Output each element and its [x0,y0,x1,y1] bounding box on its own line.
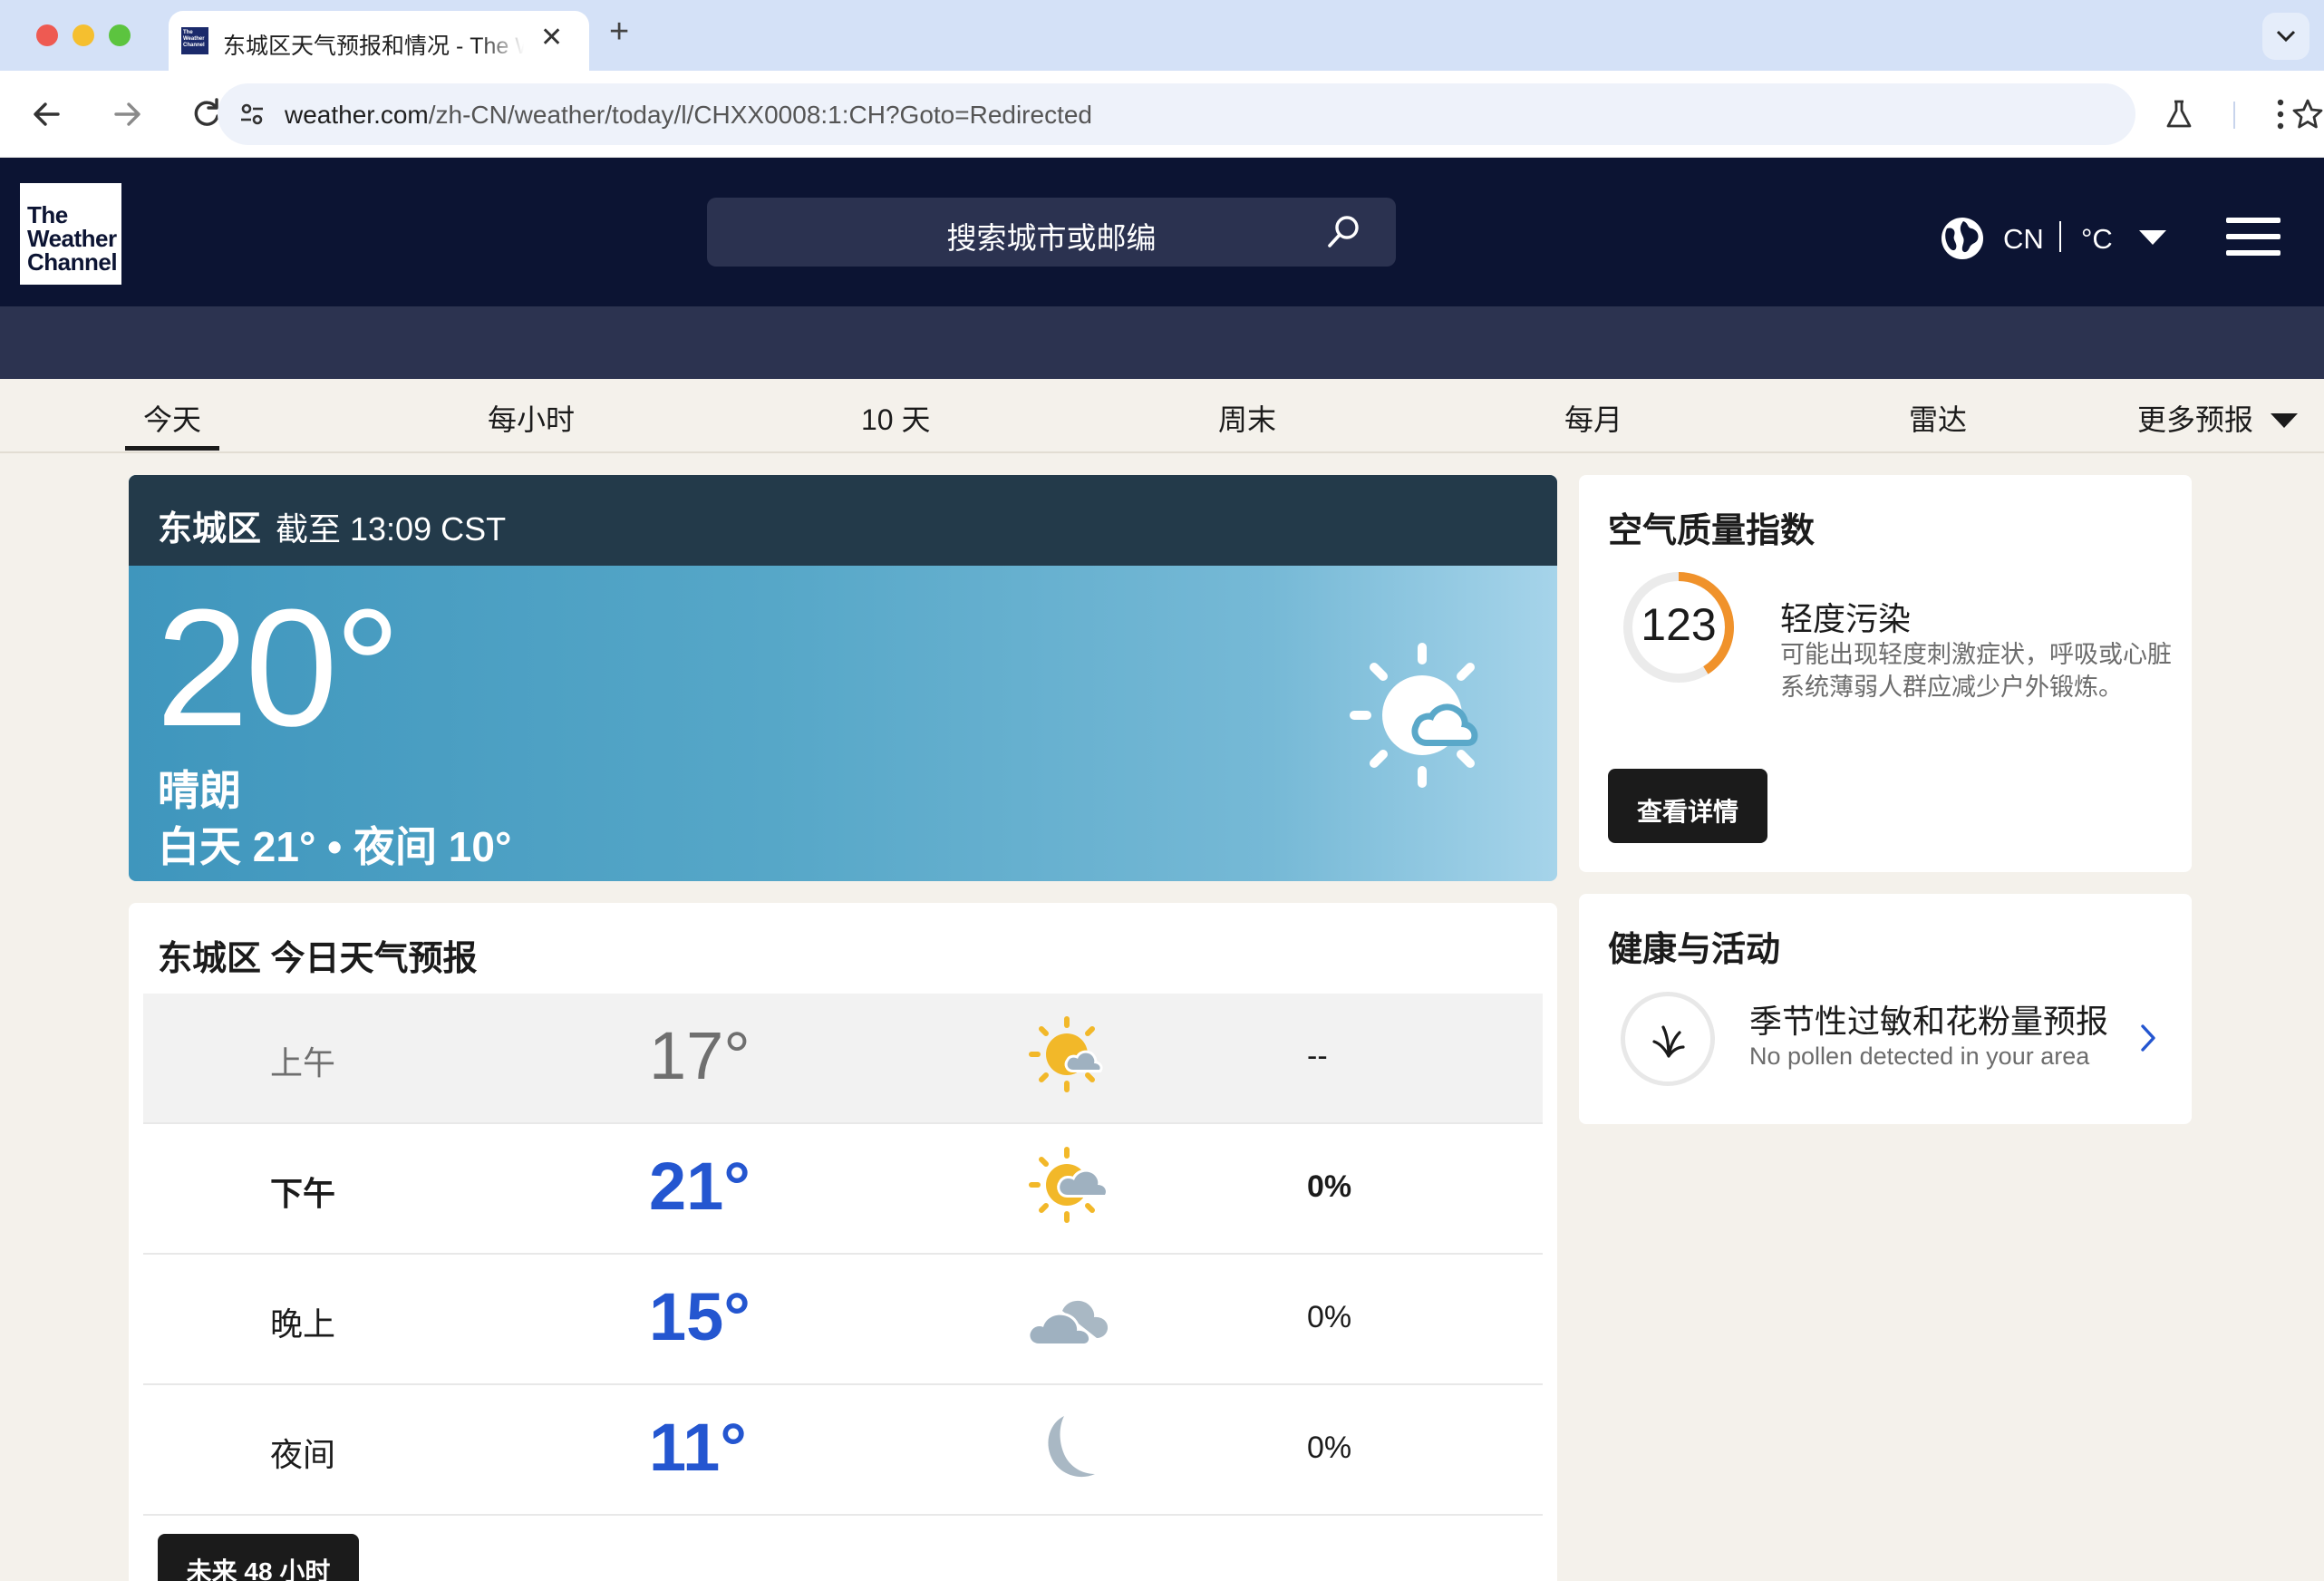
forecast-row-overnight[interactable]: 夜间 11° 0% [143,1385,1543,1516]
new-tab-icon[interactable]: + [609,13,629,52]
site-header: The Weather Channel 搜索城市或邮编 CN °C [0,158,2324,306]
pollen-indicator [1621,992,1715,1086]
day-night-temps: 白天 21° • 夜间 10° [158,823,512,870]
tab-monthly[interactable]: 每月 [1564,397,1622,439]
hamburger-menu-icon[interactable] [2226,218,2280,257]
aqi-value: 123 [1641,599,1717,650]
browser-menu-icon[interactable] [2271,98,2290,131]
precip-chance: 0% [1307,1300,1352,1334]
tab-radar[interactable]: 雷达 [1909,397,1967,439]
aqi-description: 可能出现轻度刺激症状，呼吸或心脏系统薄弱人群应减少户外锻炼。 [1780,641,2172,701]
forecast-row-evening[interactable]: 晚上 15° 0% [143,1255,1543,1385]
search-placeholder: 搜索城市或邮编 [946,221,1157,255]
tab-weekend[interactable]: 周末 [1218,397,1276,439]
pollen-title[interactable]: 季节性过敏和花粉量预报 [1749,995,2108,1043]
twc-favicon-icon: The Weather Channel [181,27,208,54]
moon-icon [1048,1416,1095,1478]
health-title: 健康与活动 [1608,931,1781,969]
forward-arrow-icon [114,102,140,126]
active-tab-indicator [125,446,219,451]
locale-country: CN [2003,223,2044,255]
twc-logo[interactable]: The Weather Channel [20,183,121,285]
temperature-unit: °C [2081,223,2113,255]
address-bar[interactable]: weather.com/zh-CN/weather/today/l/CHXX00… [218,83,2323,145]
current-conditions-header: 东城区 截至 13:09 CST [129,475,1557,566]
globe-icon [1942,218,1983,259]
url-path: /zh-CN/weather/today/l/CHXX0008:1:CH?Got… [428,101,1093,129]
sun-cloud-icon [1029,1016,1103,1092]
precip-chance: 0% [1307,1431,1352,1465]
labs-flask-icon[interactable] [2163,98,2195,131]
aqi-category: 轻度污染 [1780,600,1912,637]
back-arrow-icon [34,102,60,126]
period-temperature: 21° [649,1149,750,1224]
observation-time: 截至 13:09 CST [276,510,507,548]
forecast-row-afternoon[interactable]: 下午 21° 0% [143,1124,1543,1255]
location-search-input[interactable]: 搜索城市或邮编 [707,198,1396,267]
weather-phrase: 晴朗 [158,767,241,814]
location-name: 东城区 [158,510,262,548]
chevron-down-icon [2276,30,2296,43]
tab-title: 东城区天气预报和情况 - The Weather Channel [223,34,524,59]
logo-line-3: Channel [27,248,118,276]
period-label: 下午 [270,1175,336,1212]
current-temperature: 20° [156,574,401,761]
caret-down-icon [2270,413,2298,428]
partly-sunny-icon [1350,643,1478,788]
sun-cloud-icon [1029,1147,1109,1223]
tab-search-button[interactable] [2262,13,2309,60]
browser-tab-bar: The Weather Channel 东城区天气预报和情况 - The Wea… [0,0,2324,71]
more-forecasts-label: 更多预报 [2137,403,2254,436]
precip-chance: 0% [1307,1169,1352,1204]
forward-button[interactable] [107,94,147,134]
toolbar-separator [2233,102,2235,129]
forecast-nav: 今天 每小时 10 天 周末 每月 雷达 更多预报 [0,379,2324,453]
url-text: weather.com/zh-CN/weather/today/l/CHXX00… [285,101,1092,130]
tab-close-icon[interactable]: ✕ [540,22,563,53]
search-icon[interactable] [1323,212,1363,252]
air-quality-card: 空气质量指数 123 轻度污染 可能出现轻度刺激症状，呼吸或心脏系统薄弱人群应减… [1579,475,2192,872]
today-forecast-card: 东城区 今日天气预报 上午 17° -- 下午 21° 0% 晚上 15° 0%… [129,903,1557,1581]
chevron-right-icon[interactable] [2137,1023,2159,1053]
maximize-window-button[interactable] [109,24,131,46]
minimize-window-button[interactable] [73,24,94,46]
more-forecasts-dropdown[interactable]: 更多预报 [2137,397,2300,439]
period-label: 上午 [270,1044,336,1081]
cloud-icon [1027,1300,1109,1346]
aqi-details-button[interactable]: 查看详情 [1608,769,1767,843]
browser-tab[interactable]: The Weather Channel 东城区天气预报和情况 - The Wea… [169,11,589,71]
aqi-title: 空气质量指数 [1608,512,1816,550]
period-temperature: 11° [649,1410,747,1485]
logo-line-1: The [27,201,68,228]
next-48-hours-button[interactable]: 未来 48 小时 [158,1534,359,1581]
forecast-row-morning[interactable]: 上午 17° -- [143,994,1543,1124]
pollen-subtitle: No pollen detected in your area [1749,1043,2090,1070]
current-conditions-card: 东城区 截至 13:09 CST 20° 晴朗 白天 21° • 夜间 10° [129,475,1557,881]
tab-10-day[interactable]: 10 天 [861,397,931,439]
today-forecast-title: 东城区 今日天气预报 [158,940,478,978]
close-window-button[interactable] [36,24,58,46]
health-activities-card: 健康与活动 季节性过敏和花粉量预报 No pollen detected in … [1579,894,2192,1124]
precip-chance: -- [1307,1039,1328,1073]
site-settings-icon[interactable] [237,100,266,129]
period-label: 夜间 [270,1436,336,1473]
period-temperature: 17° [649,1018,750,1093]
locale-separator [2059,221,2061,252]
grass-pollen-icon [1652,1025,1685,1058]
tab-hourly[interactable]: 每小时 [488,397,575,439]
tab-today[interactable]: 今天 [143,397,201,439]
back-button[interactable] [27,94,67,134]
header-sub-band [0,306,2324,379]
logo-line-2: Weather [27,225,117,252]
browser-toolbar: weather.com/zh-CN/weather/today/l/CHXX00… [0,71,2324,158]
period-label: 晚上 [270,1305,336,1343]
caret-down-icon [2139,230,2166,245]
url-host: weather.com [285,101,429,129]
bookmark-star-icon[interactable] [2290,96,2324,132]
period-temperature: 15° [649,1279,750,1354]
